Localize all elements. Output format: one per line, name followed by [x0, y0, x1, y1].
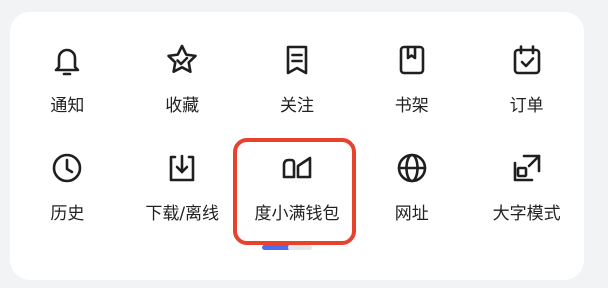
favorites-item[interactable]: 收藏: [125, 40, 240, 130]
download-icon: [162, 148, 202, 188]
page-indicator-inactive: [288, 245, 312, 250]
quick-access-row-1: 通知 收藏 关注 书架 订单: [10, 40, 584, 130]
favorites-label: 收藏: [165, 96, 200, 116]
bookshelf-item[interactable]: 书架: [354, 40, 469, 130]
quick-access-card: 通知 收藏 关注 书架 订单 历史 下载/离线 度小满钱包 网址 大字模式: [10, 12, 584, 280]
large-text-mode-item[interactable]: 大字模式: [469, 148, 584, 238]
globe-icon: [392, 148, 432, 188]
page-indicator-active: [262, 245, 290, 250]
history-label: 历史: [50, 204, 85, 224]
book-icon: [392, 40, 432, 80]
wallet-logo-icon: [277, 148, 317, 188]
page-indicator[interactable]: [262, 245, 314, 250]
bookmark-note-icon: [277, 40, 317, 80]
orders-label: 订单: [509, 96, 544, 116]
wallet-item[interactable]: 度小满钱包: [240, 148, 355, 238]
downloads-label: 下载/离线: [145, 204, 220, 224]
bell-icon: [47, 40, 87, 80]
notifications-label: 通知: [50, 96, 85, 116]
orders-item[interactable]: 订单: [469, 40, 584, 130]
history-item[interactable]: 历史: [10, 148, 125, 238]
downloads-item[interactable]: 下载/离线: [125, 148, 240, 238]
websites-label: 网址: [394, 204, 429, 224]
bookshelf-label: 书架: [394, 96, 429, 116]
calendar-check-icon: [507, 40, 547, 80]
large-text-mode-label: 大字模式: [492, 204, 561, 224]
quick-access-row-2: 历史 下载/离线 度小满钱包 网址 大字模式: [10, 148, 584, 238]
following-item[interactable]: 关注: [240, 40, 355, 130]
clock-icon: [47, 148, 87, 188]
following-label: 关注: [279, 96, 314, 116]
star-icon: [162, 40, 202, 80]
wallet-label: 度小满钱包: [254, 204, 340, 224]
notifications-item[interactable]: 通知: [10, 40, 125, 130]
resize-icon: [507, 148, 547, 188]
websites-item[interactable]: 网址: [354, 148, 469, 238]
